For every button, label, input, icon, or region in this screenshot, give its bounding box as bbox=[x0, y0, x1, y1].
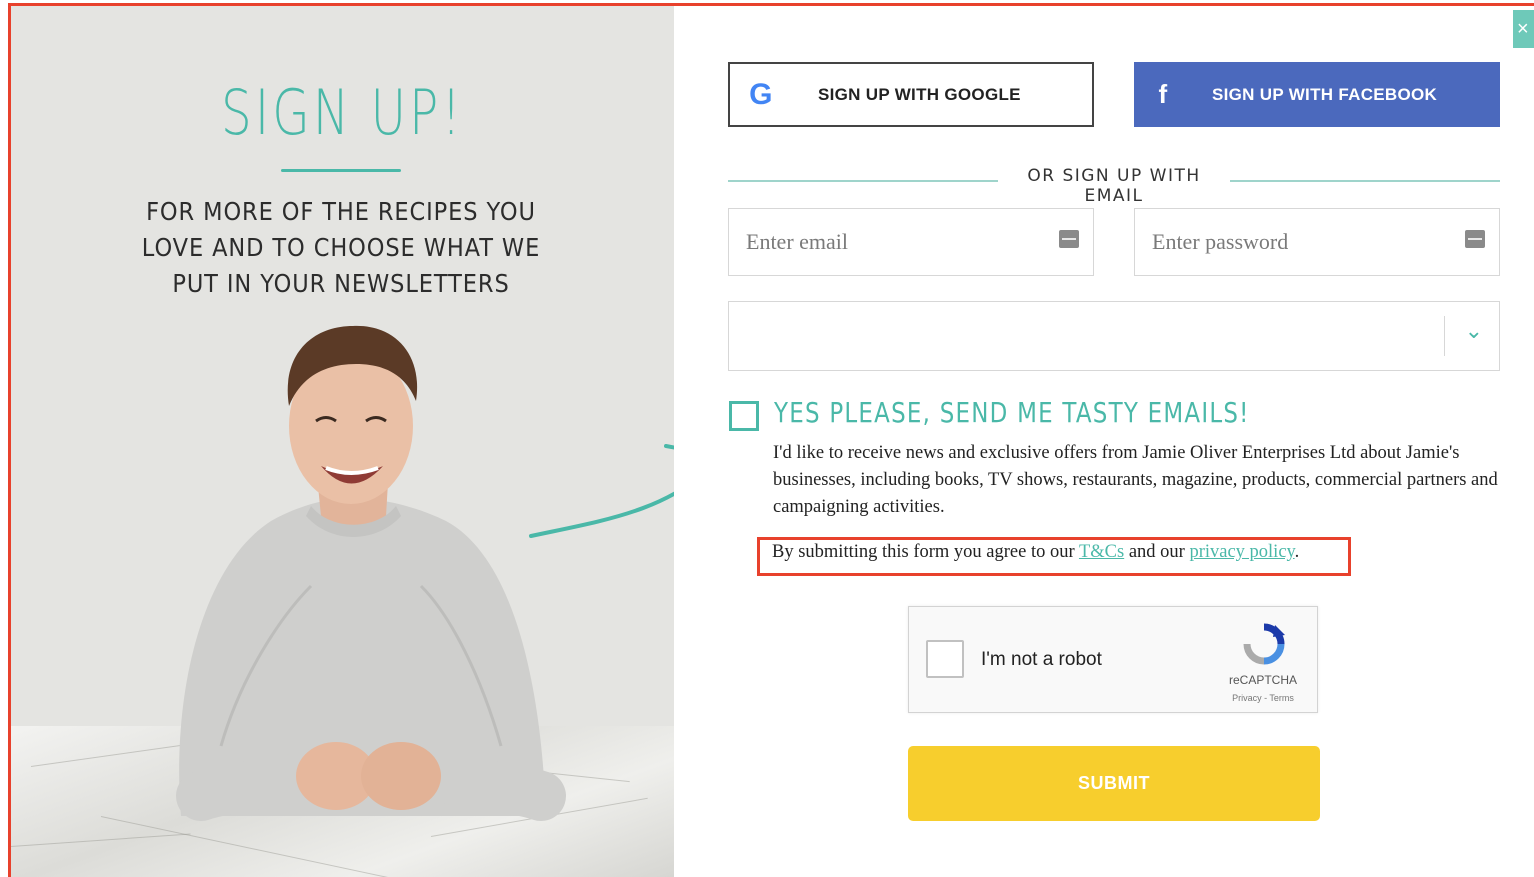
recaptcha-brand: reCAPTCHA bbox=[1228, 673, 1297, 687]
password-field[interactable] bbox=[1134, 208, 1500, 276]
recaptcha-logo-icon bbox=[1243, 623, 1285, 665]
preference-select[interactable]: ⌄ bbox=[728, 301, 1500, 371]
privacy-policy-link[interactable]: privacy policy bbox=[1189, 542, 1294, 562]
hero-panel: SIGN UP! FOR MORE OF THE RECIPES YOU LOV… bbox=[11, 6, 674, 877]
divider-line-right bbox=[1230, 180, 1500, 182]
title-underline bbox=[281, 169, 401, 172]
signup-subtitle: FOR MORE OF THE RECIPES YOU LOVE AND TO … bbox=[141, 197, 541, 298]
recaptcha-links[interactable]: Privacy - Terms bbox=[1215, 693, 1311, 703]
terms-suffix: . bbox=[1294, 542, 1300, 562]
recaptcha-widget: I'm not a robot reCAPTCHA Privacy - Term… bbox=[908, 606, 1318, 713]
email-divider-label: OR SIGN UP WITH EMAIL bbox=[1027, 166, 1201, 206]
google-signup-label: SIGN UP WITH GOOGLE bbox=[818, 84, 1021, 104]
chevron-down-icon[interactable]: ⌄ bbox=[1465, 318, 1483, 344]
recaptcha-label: I'm not a robot bbox=[981, 649, 1102, 670]
select-separator bbox=[1444, 316, 1445, 356]
terms-middle: and our bbox=[1124, 542, 1190, 562]
recaptcha-checkbox[interactable] bbox=[926, 640, 964, 678]
marketing-consent-checkbox[interactable] bbox=[729, 401, 759, 431]
email-field[interactable] bbox=[728, 208, 1094, 276]
consent-title[interactable]: YES PLEASE, SEND ME TASTY EMAILS! bbox=[774, 396, 1250, 429]
google-icon: G bbox=[749, 77, 773, 111]
facebook-signup-button[interactable]: f SIGN UP WITH FACEBOOK bbox=[1134, 62, 1500, 127]
divider-line-left bbox=[728, 180, 998, 182]
close-icon[interactable]: × bbox=[1513, 10, 1534, 48]
facebook-icon: f bbox=[1158, 79, 1168, 109]
consent-description: I'd like to receive news and exclusive o… bbox=[773, 443, 1498, 517]
chef-photo bbox=[176, 325, 566, 821]
signup-title: SIGN UP! bbox=[221, 76, 464, 149]
google-signup-button[interactable]: G SIGN UP WITH GOOGLE bbox=[728, 62, 1094, 127]
terms-notice: By submitting this form you agree to our… bbox=[772, 542, 1299, 563]
email-input[interactable] bbox=[729, 209, 1093, 275]
terms-link[interactable]: T&Cs bbox=[1079, 542, 1124, 562]
facebook-signup-label: SIGN UP WITH FACEBOOK bbox=[1212, 84, 1438, 104]
password-manager-icon[interactable] bbox=[1059, 230, 1079, 248]
password-input[interactable] bbox=[1135, 209, 1499, 275]
submit-button[interactable]: SUBMIT bbox=[908, 746, 1320, 821]
arrow-illustration bbox=[529, 444, 674, 538]
terms-prefix: By submitting this form you agree to our bbox=[772, 542, 1079, 562]
password-manager-icon[interactable] bbox=[1465, 230, 1485, 248]
